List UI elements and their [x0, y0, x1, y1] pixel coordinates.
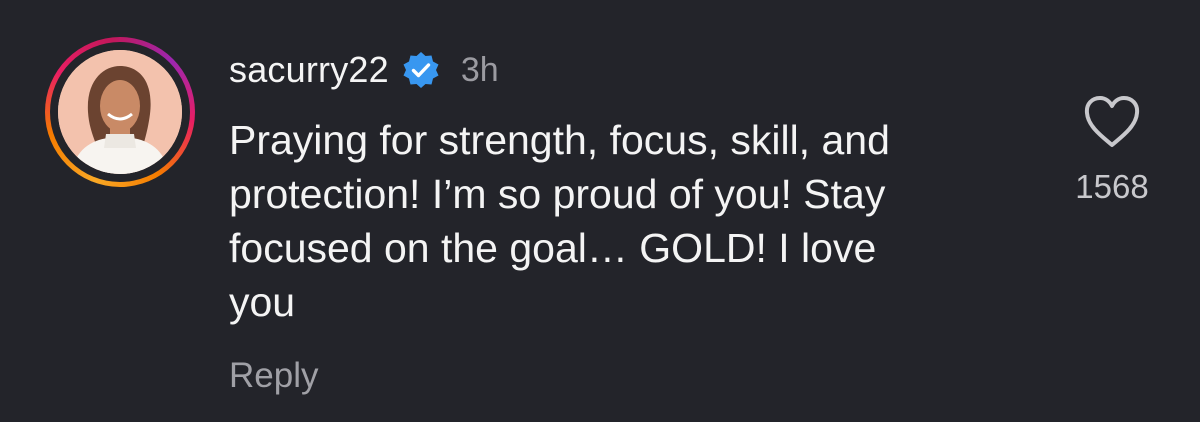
reply-button[interactable]: Reply	[229, 356, 318, 396]
heart-icon[interactable]	[1082, 94, 1142, 150]
verified-badge-icon	[401, 50, 441, 90]
comment-text-line: Praying for strength, focus, skill, and	[229, 117, 890, 163]
comment-item: sacurry22 3h Praying for strength, focus…	[0, 0, 1200, 422]
username[interactable]: sacurry22	[229, 49, 389, 91]
avatar[interactable]	[58, 50, 182, 174]
comment-text-line: protection! I’m so proud of you! Stay	[229, 171, 886, 217]
comment-text: Praying for strength, focus, skill, and …	[229, 113, 1019, 329]
avatar-gap	[50, 42, 190, 182]
story-ring[interactable]	[45, 37, 195, 187]
comment-header: sacurry22 3h	[229, 44, 499, 96]
comment-text-line: you	[229, 279, 296, 325]
like-count: 1568	[1075, 168, 1149, 205]
avatar-image	[58, 50, 182, 174]
comment-time: 3h	[460, 50, 499, 89]
comment-text-line: focused on the goal… GOLD! I love	[229, 225, 877, 271]
